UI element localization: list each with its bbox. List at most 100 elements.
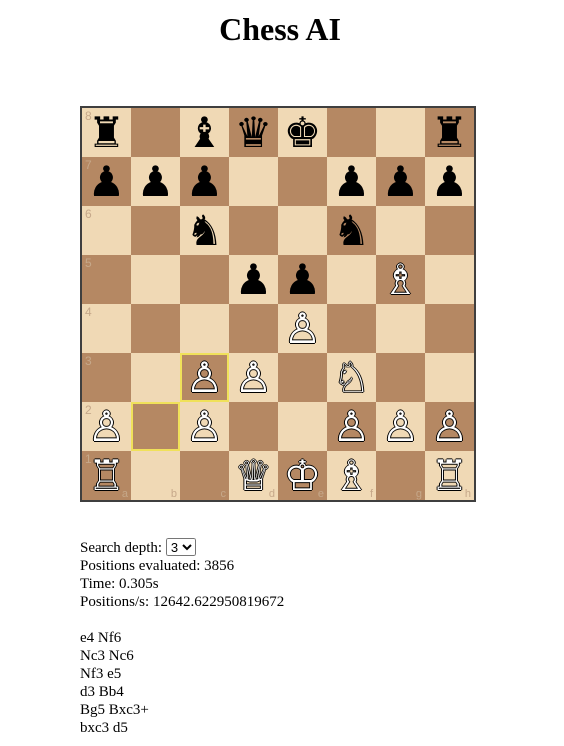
black-king-icon[interactable]: ♚	[278, 108, 327, 157]
square-a4[interactable]: 4	[82, 304, 131, 353]
square-f8[interactable]	[327, 108, 376, 157]
white-queen-icon[interactable]: ♕	[229, 451, 278, 500]
square-e4[interactable]: ♙	[278, 304, 327, 353]
square-a5[interactable]: 5	[82, 255, 131, 304]
black-pawn-icon[interactable]: ♟	[327, 157, 376, 206]
black-pawn-icon[interactable]: ♟	[229, 255, 278, 304]
white-rook-icon[interactable]: ♖	[82, 451, 131, 500]
square-d8[interactable]: ♛	[229, 108, 278, 157]
square-a3[interactable]: 3	[82, 353, 131, 402]
square-f7[interactable]: ♟	[327, 157, 376, 206]
square-f2[interactable]: ♙	[327, 402, 376, 451]
square-g7[interactable]: ♟	[376, 157, 425, 206]
square-g2[interactable]: ♙	[376, 402, 425, 451]
square-b7[interactable]: ♟	[131, 157, 180, 206]
square-g4[interactable]	[376, 304, 425, 353]
black-knight-icon[interactable]: ♞	[180, 206, 229, 255]
square-d4[interactable]	[229, 304, 278, 353]
black-knight-icon[interactable]: ♞	[327, 206, 376, 255]
square-h1[interactable]: h ♖	[425, 451, 474, 500]
square-b1[interactable]: b	[131, 451, 180, 500]
square-g5[interactable]: ♗	[376, 255, 425, 304]
square-h5[interactable]	[425, 255, 474, 304]
square-f6[interactable]: ♞	[327, 206, 376, 255]
square-f1[interactable]: f ♗	[327, 451, 376, 500]
stats-panel: Search depth: 12345 Positions evaluated:…	[80, 538, 284, 611]
square-c6[interactable]: ♞	[180, 206, 229, 255]
white-pawn-icon[interactable]: ♙	[82, 402, 131, 451]
chess-board[interactable]: 8 ♜ ♝ ♛ ♚ ♜ 7 ♟ ♟ ♟ ♟ ♟ ♟ 6 ♞ ♞ 5 ♟ ♟ ♗ 4 ♙ 3 ♙ ♙ ♘ 2 ♙ ♙ ♙ ♙ ♙ 1 a ♖ b c d ♕ e…	[80, 106, 476, 502]
square-h3[interactable]	[425, 353, 474, 402]
square-d5[interactable]: ♟	[229, 255, 278, 304]
black-pawn-icon[interactable]: ♟	[376, 157, 425, 206]
square-e3[interactable]	[278, 353, 327, 402]
square-h6[interactable]	[425, 206, 474, 255]
square-b8[interactable]	[131, 108, 180, 157]
square-a8[interactable]: 8 ♜	[82, 108, 131, 157]
white-rook-icon[interactable]: ♖	[425, 451, 474, 500]
white-king-icon[interactable]: ♔	[278, 451, 327, 500]
white-pawn-icon[interactable]: ♙	[180, 353, 229, 402]
black-pawn-icon[interactable]: ♟	[425, 157, 474, 206]
square-d6[interactable]	[229, 206, 278, 255]
black-pawn-icon[interactable]: ♟	[180, 157, 229, 206]
square-c3[interactable]: ♙	[180, 353, 229, 402]
square-b4[interactable]	[131, 304, 180, 353]
file-label: b	[170, 488, 177, 500]
black-pawn-icon[interactable]: ♟	[82, 157, 131, 206]
square-g8[interactable]	[376, 108, 425, 157]
square-c1[interactable]: c	[180, 451, 229, 500]
square-f4[interactable]	[327, 304, 376, 353]
square-h7[interactable]: ♟	[425, 157, 474, 206]
black-rook-icon[interactable]: ♜	[82, 108, 131, 157]
square-g1[interactable]: g	[376, 451, 425, 500]
square-b3[interactable]	[131, 353, 180, 402]
square-a1[interactable]: 1 a ♖	[82, 451, 131, 500]
square-c8[interactable]: ♝	[180, 108, 229, 157]
rank-label: 4	[85, 305, 92, 319]
square-e7[interactable]	[278, 157, 327, 206]
square-c5[interactable]	[180, 255, 229, 304]
black-pawn-icon[interactable]: ♟	[131, 157, 180, 206]
black-bishop-icon[interactable]: ♝	[180, 108, 229, 157]
square-a6[interactable]: 6	[82, 206, 131, 255]
square-c4[interactable]	[180, 304, 229, 353]
white-pawn-icon[interactable]: ♙	[425, 402, 474, 451]
square-h4[interactable]	[425, 304, 474, 353]
square-e2[interactable]	[278, 402, 327, 451]
white-pawn-icon[interactable]: ♙	[327, 402, 376, 451]
black-pawn-icon[interactable]: ♟	[278, 255, 327, 304]
square-g3[interactable]	[376, 353, 425, 402]
square-d7[interactable]	[229, 157, 278, 206]
square-e6[interactable]	[278, 206, 327, 255]
square-g6[interactable]	[376, 206, 425, 255]
square-c7[interactable]: ♟	[180, 157, 229, 206]
square-e1[interactable]: e ♔	[278, 451, 327, 500]
square-h2[interactable]: ♙	[425, 402, 474, 451]
white-knight-icon[interactable]: ♘	[327, 353, 376, 402]
square-a7[interactable]: 7 ♟	[82, 157, 131, 206]
square-d3[interactable]: ♙	[229, 353, 278, 402]
white-pawn-icon[interactable]: ♙	[376, 402, 425, 451]
square-e5[interactable]: ♟	[278, 255, 327, 304]
search-depth-select[interactable]: 12345	[165, 538, 196, 556]
white-pawn-icon[interactable]: ♙	[278, 304, 327, 353]
white-pawn-icon[interactable]: ♙	[180, 402, 229, 451]
square-a2[interactable]: 2 ♙	[82, 402, 131, 451]
white-bishop-icon[interactable]: ♗	[376, 255, 425, 304]
square-f3[interactable]: ♘	[327, 353, 376, 402]
white-bishop-icon[interactable]: ♗	[327, 451, 376, 500]
square-f5[interactable]	[327, 255, 376, 304]
square-h8[interactable]: ♜	[425, 108, 474, 157]
square-b2[interactable]	[131, 402, 180, 451]
white-pawn-icon[interactable]: ♙	[229, 353, 278, 402]
square-b6[interactable]	[131, 206, 180, 255]
square-c2[interactable]: ♙	[180, 402, 229, 451]
square-b5[interactable]	[131, 255, 180, 304]
square-d1[interactable]: d ♕	[229, 451, 278, 500]
square-e8[interactable]: ♚	[278, 108, 327, 157]
black-queen-icon[interactable]: ♛	[229, 108, 278, 157]
positions-per-second: Positions/s: 12642.622950819672	[80, 594, 285, 610]
square-d2[interactable]	[229, 402, 278, 451]
black-rook-icon[interactable]: ♜	[425, 108, 474, 157]
